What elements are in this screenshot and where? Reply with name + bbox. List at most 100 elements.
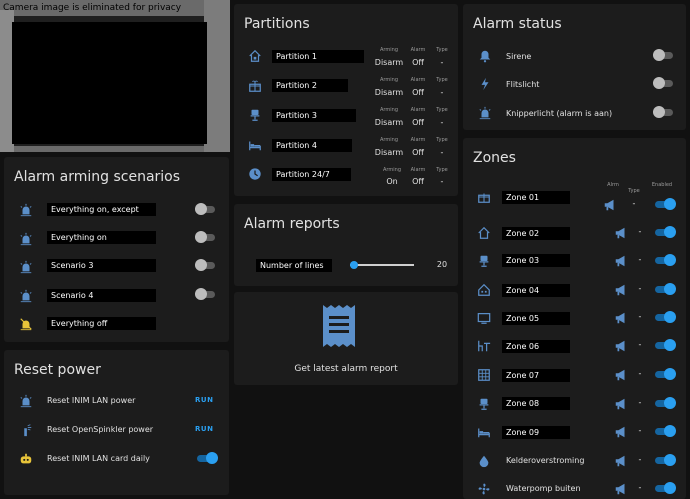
desk-chair-icon — [476, 396, 492, 412]
siren-icon — [18, 231, 34, 247]
siren-off-icon — [18, 316, 34, 332]
zone-toggle-4[interactable] — [655, 282, 676, 296]
home-icon — [476, 225, 492, 241]
tv-icon — [476, 310, 492, 326]
zone-toggle-6[interactable] — [655, 338, 676, 352]
slider-knob[interactable] — [350, 261, 358, 269]
scenario-toggle-4[interactable] — [195, 287, 215, 301]
zone-toggle-2[interactable] — [655, 225, 676, 239]
run-button-1[interactable]: RUN — [195, 396, 213, 404]
partition-arming-5: On — [386, 177, 398, 186]
camera-caption: Camera image is eliminated for privacy — [3, 3, 182, 13]
partition-arming-3: Disarm — [374, 118, 404, 127]
status-label-1: Sirene — [506, 52, 532, 61]
house-icon — [476, 282, 492, 298]
reset-label-2: Reset OpenSpinkler power — [47, 425, 154, 434]
megaphone-icon — [613, 481, 629, 497]
zone-label-11: Waterpomp buiten — [506, 484, 581, 493]
scenario-label-5[interactable]: Everything off — [47, 317, 156, 330]
zone-label-3: Zone 03 — [502, 254, 570, 267]
megaphone-icon — [613, 282, 629, 298]
partition-alarm-2: Off — [412, 88, 424, 97]
alrm-header: Alrm — [607, 182, 619, 188]
zone-type-5: - — [638, 312, 642, 321]
camera-blackout — [12, 22, 207, 144]
scenario-label-3: Scenario 3 — [47, 259, 156, 272]
zone-toggle-7[interactable] — [655, 367, 676, 381]
arming-header: Arming — [380, 137, 398, 143]
zone-toggle-8[interactable] — [655, 396, 676, 410]
zone-label-2: Zone 02 — [502, 227, 570, 240]
partition-arming-2: Disarm — [374, 88, 404, 97]
scenarios-card: Alarm arming scenarios Everything on, ex… — [4, 157, 229, 342]
latest-report-button[interactable]: Get latest alarm report — [234, 292, 458, 385]
status-toggle-2[interactable] — [653, 76, 673, 90]
megaphone-icon — [613, 453, 629, 469]
zone-type-9: - — [638, 426, 642, 435]
reports-title: Alarm reports — [244, 216, 340, 232]
reset-daily-toggle[interactable] — [197, 451, 218, 465]
zone-type-7: - — [638, 369, 642, 378]
reset-label-3: Reset INIM LAN card daily — [47, 454, 150, 463]
partition-alarm-5: Off — [412, 177, 424, 186]
zone-toggle-3[interactable] — [655, 253, 676, 267]
alarm-header: Alarm — [410, 137, 426, 143]
zone-label-8: Zone 08 — [502, 397, 570, 410]
partition-arming-1: Disarm — [374, 58, 404, 67]
zone-type-3: - — [638, 255, 642, 264]
clock-icon — [247, 166, 263, 182]
zone-type-8: - — [638, 398, 642, 407]
type-header: Type — [628, 188, 640, 194]
zone-toggle-10[interactable] — [655, 453, 676, 467]
camera-card[interactable]: Camera image is eliminated for privacy — [0, 0, 230, 152]
grid-window-icon — [476, 367, 492, 383]
status-toggle-1[interactable] — [653, 48, 673, 62]
siren-icon — [18, 202, 34, 218]
zone-toggle-5[interactable] — [655, 310, 676, 324]
run-button-2[interactable]: RUN — [195, 425, 213, 433]
zone-toggle-1[interactable] — [655, 197, 676, 211]
zone-label-7: Zone 07 — [502, 369, 570, 382]
megaphone-icon — [613, 338, 629, 354]
zone-type-2: - — [638, 227, 642, 236]
latest-report-label: Get latest alarm report — [294, 364, 398, 374]
megaphone-icon — [613, 424, 629, 440]
partition-label-5: Partition 24/7 — [272, 168, 351, 181]
siren-icon — [477, 105, 493, 121]
zone-toggle-11[interactable] — [655, 481, 676, 495]
partition-type-1: - — [440, 58, 444, 67]
arming-header: Arming — [383, 167, 401, 173]
megaphone-icon — [613, 396, 629, 412]
zone-label-4: Zone 04 — [502, 284, 570, 297]
megaphone-icon — [613, 367, 629, 383]
type-header: Type — [436, 137, 448, 143]
alarm-header: Alarm — [410, 167, 426, 173]
partition-label-4: Partition 4 — [272, 139, 352, 152]
flash-icon — [477, 76, 493, 92]
scenario-label-1: Everything on, except — [47, 203, 156, 216]
zone-type-10: - — [638, 455, 642, 464]
zone-label-9: Zone 09 — [502, 426, 570, 439]
partitions-title: Partitions — [244, 16, 310, 32]
fan-icon — [476, 481, 492, 497]
bed-icon — [247, 137, 263, 153]
scenario-toggle-1[interactable] — [195, 202, 215, 216]
alarm-header: Alarm — [410, 107, 426, 113]
zones-title: Zones — [473, 150, 516, 166]
scenario-toggle-3[interactable] — [195, 258, 215, 272]
megaphone-icon — [613, 253, 629, 269]
partition-label-2: Partition 2 — [272, 79, 348, 92]
scenario-toggle-2[interactable] — [195, 230, 215, 244]
partition-type-5: - — [440, 177, 444, 186]
zone-toggle-9[interactable] — [655, 424, 676, 438]
alarm-header: Alarm — [410, 77, 426, 83]
zone-label-5: Zone 05 — [502, 312, 570, 325]
partition-alarm-3: Off — [412, 118, 424, 127]
status-toggle-3[interactable] — [653, 105, 673, 119]
water-drop-icon — [476, 453, 492, 469]
sprinkler-icon — [18, 422, 34, 438]
type-header: Type — [436, 47, 448, 53]
type-header: Type — [436, 167, 448, 173]
megaphone-icon — [602, 197, 618, 213]
lines-slider[interactable] — [350, 260, 414, 270]
